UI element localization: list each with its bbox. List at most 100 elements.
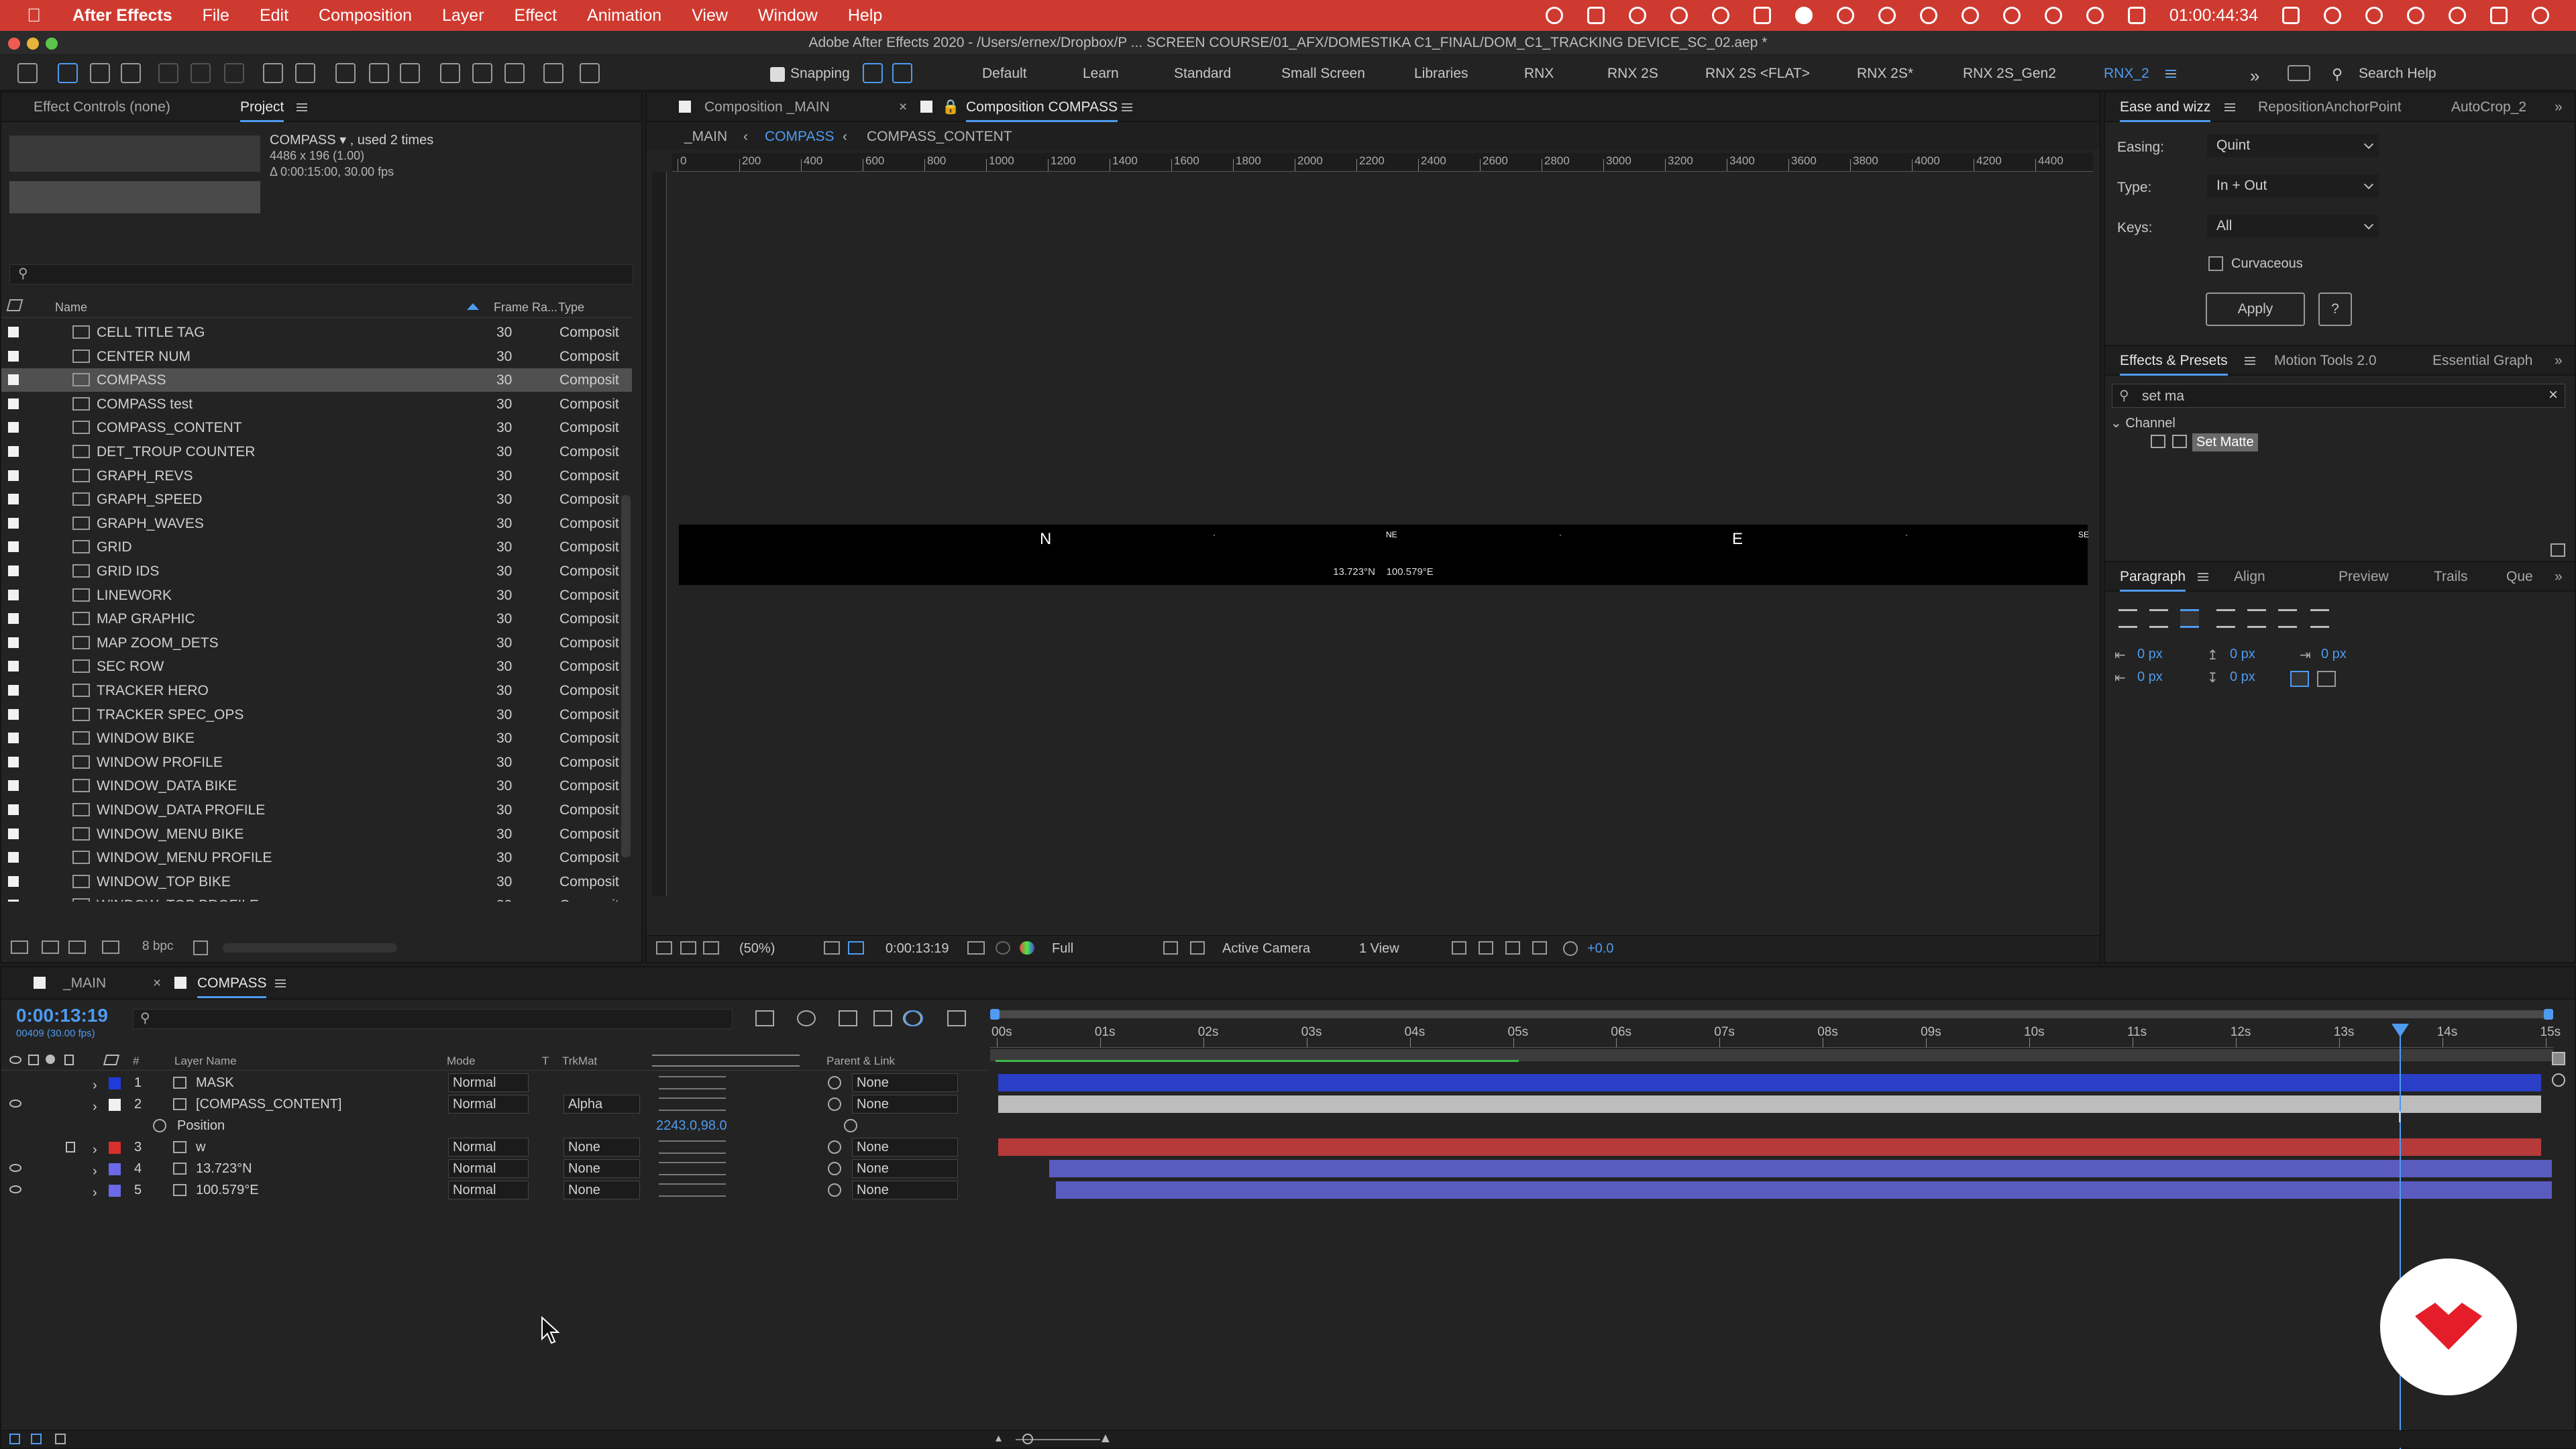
layer-switches[interactable] — [659, 1140, 726, 1154]
col-type-header[interactable]: Type — [558, 301, 584, 315]
puppet-tool-icon[interactable] — [580, 63, 600, 83]
expand-in-out-icon[interactable] — [55, 1434, 66, 1444]
close-tab-icon[interactable]: × — [899, 99, 907, 115]
layer-name[interactable]: MASK — [196, 1072, 234, 1093]
pick-whip-icon[interactable] — [828, 1162, 841, 1175]
project-item[interactable]: WINDOW_MENU PROFILE 30 Composit — [1, 846, 632, 869]
snap-option-icon-1[interactable] — [863, 63, 883, 83]
clone-tool-icon[interactable] — [472, 63, 492, 83]
justify-center-icon[interactable] — [2247, 609, 2266, 628]
snapping-checkbox[interactable] — [770, 67, 785, 82]
workspace-standard[interactable]: Standard — [1174, 66, 1231, 82]
paragraph-overflow-icon[interactable]: » — [2555, 569, 2563, 585]
effects-overflow-icon[interactable]: » — [2555, 353, 2563, 369]
project-settings-icon[interactable] — [102, 941, 119, 954]
workspace-rnx-2s-gen2[interactable]: RNX 2S_Gen2 — [1963, 66, 2056, 82]
clear-search-icon[interactable]: × — [2548, 386, 2558, 405]
work-area-range[interactable] — [990, 1010, 2553, 1018]
transparency-grid-icon[interactable] — [1190, 941, 1205, 955]
orbit-tool-icon[interactable] — [158, 63, 178, 83]
apply-button[interactable]: Apply — [2206, 292, 2305, 326]
align-right-icon[interactable] — [2180, 609, 2199, 628]
help-button[interactable]: ? — [2318, 292, 2352, 326]
reset-exposure-icon[interactable] — [1563, 941, 1578, 956]
close-window-button[interactable] — [8, 38, 20, 50]
tab-align[interactable]: Align — [2234, 569, 2265, 585]
breadcrumb-main[interactable]: _MAIN — [684, 129, 727, 145]
layer-row[interactable]: › 5 100.579°E Normal None None — [1, 1179, 987, 1201]
layer-row[interactable]: › 4 13.723°N Normal None None — [1, 1158, 987, 1179]
label-swatch[interactable] — [8, 780, 19, 792]
tab-que[interactable]: Que — [2506, 569, 2533, 585]
brush-tool-icon[interactable] — [440, 63, 460, 83]
resolution-dropdown[interactable]: Full — [1052, 941, 1073, 957]
label-swatch[interactable] — [8, 613, 19, 625]
resolution-grid-icon[interactable] — [824, 941, 840, 955]
pick-whip-icon[interactable] — [828, 1140, 841, 1154]
menu-animation[interactable]: Animation — [587, 6, 661, 25]
trkmat-dropdown[interactable]: None — [564, 1159, 640, 1178]
close-timeline-tab-icon[interactable]: × — [153, 975, 161, 991]
label-swatch[interactable] — [8, 589, 19, 600]
layer-label-color[interactable] — [109, 1185, 121, 1197]
tab-composition-compass[interactable]: Composition COMPASS — [966, 99, 1118, 122]
space-after-value[interactable]: 0 px — [2230, 669, 2255, 685]
menubar-clock[interactable]: 01:00:44:34 — [2169, 6, 2258, 25]
motion-blur-active-icon[interactable] — [904, 1010, 923, 1026]
breadcrumb-compass[interactable]: COMPASS — [765, 129, 834, 145]
project-item[interactable]: TRACKER HERO 30 Composit — [1, 679, 632, 702]
tab-effects-presets[interactable]: Effects & Presets — [2120, 353, 2228, 376]
effect-set-matte[interactable]: Set Matte — [2192, 433, 2258, 451]
space-before-value[interactable]: 0 px — [2230, 647, 2255, 662]
layer-switches[interactable] — [659, 1097, 726, 1111]
workspace-rnx-2s-flat[interactable]: RNX 2S <FLAT> — [1705, 66, 1810, 82]
project-item[interactable]: GRID 30 Composit — [1, 535, 632, 559]
layer-duration-bar[interactable] — [998, 1095, 2541, 1113]
exposure-value[interactable]: +0.0 — [1587, 941, 1613, 957]
label-swatch[interactable] — [8, 828, 19, 839]
region-icon[interactable] — [680, 941, 696, 955]
project-item[interactable]: WINDOW PROFILE 30 Composit — [1, 751, 632, 774]
zoom-tool-icon[interactable] — [121, 63, 141, 83]
label-swatch[interactable] — [8, 733, 19, 744]
pixel-aspect-icon[interactable] — [1452, 941, 1466, 955]
trkmat-dropdown[interactable]: None — [564, 1138, 640, 1157]
col-frame-header[interactable]: Frame Ra... — [494, 301, 557, 315]
status-icon-4[interactable] — [1670, 7, 1688, 24]
lock-icon[interactable] — [66, 1142, 75, 1152]
blend-mode-dropdown[interactable]: Normal — [448, 1138, 529, 1157]
switches-column-icons[interactable] — [652, 1055, 800, 1067]
first-line-value[interactable]: 0 px — [2137, 669, 2163, 685]
label-swatch[interactable] — [8, 685, 19, 696]
fast-previews-icon[interactable] — [1163, 941, 1178, 955]
tab-preview[interactable]: Preview — [2339, 569, 2389, 585]
project-item[interactable]: GRAPH_REVS 30 Composit — [1, 464, 632, 488]
project-menu-icon[interactable] — [297, 103, 307, 111]
expand-layer-switches-icon[interactable] — [9, 1434, 20, 1444]
label-icon[interactable] — [103, 1055, 120, 1065]
flowchart-icon[interactable] — [1505, 941, 1520, 955]
status-icon-7[interactable] — [1794, 7, 1813, 24]
toolbar-panel-icon[interactable] — [2288, 65, 2310, 81]
project-item[interactable]: COMPASS test 30 Composit — [1, 392, 632, 416]
effects-search-input[interactable]: ⚲ set ma × — [2112, 384, 2565, 408]
project-item[interactable]: WINDOW_TOP PROFILE 30 Composit — [1, 894, 632, 902]
layer-duration-bar[interactable] — [1056, 1181, 2552, 1199]
trkmat-dropdown[interactable]: None — [564, 1181, 640, 1199]
justify-left-icon[interactable] — [2216, 609, 2235, 628]
position-property-row[interactable]: Position 2243.0,98.0 — [1, 1115, 987, 1136]
project-item[interactable]: CELL TITLE TAG 30 Composit — [1, 321, 632, 344]
status-icon-8[interactable] — [1836, 7, 1854, 24]
show-snapshot-icon[interactable] — [996, 941, 1010, 955]
effects-menu-icon[interactable] — [2245, 357, 2255, 365]
menu-window[interactable]: Window — [758, 6, 818, 25]
composition-menu-icon[interactable] — [1122, 103, 1132, 111]
workspace-rnx[interactable]: RNX — [1524, 66, 1554, 82]
work-area-start-handle[interactable] — [990, 1009, 1000, 1020]
ltr-direction-icon[interactable] — [2290, 671, 2309, 687]
roto-tool-icon[interactable] — [543, 63, 564, 83]
menu-help[interactable]: Help — [848, 6, 882, 25]
video-switch-icon[interactable] — [9, 1056, 21, 1064]
work-area-bar[interactable] — [990, 1006, 2553, 1020]
project-item[interactable]: MAP GRAPHIC 30 Composit — [1, 607, 632, 631]
